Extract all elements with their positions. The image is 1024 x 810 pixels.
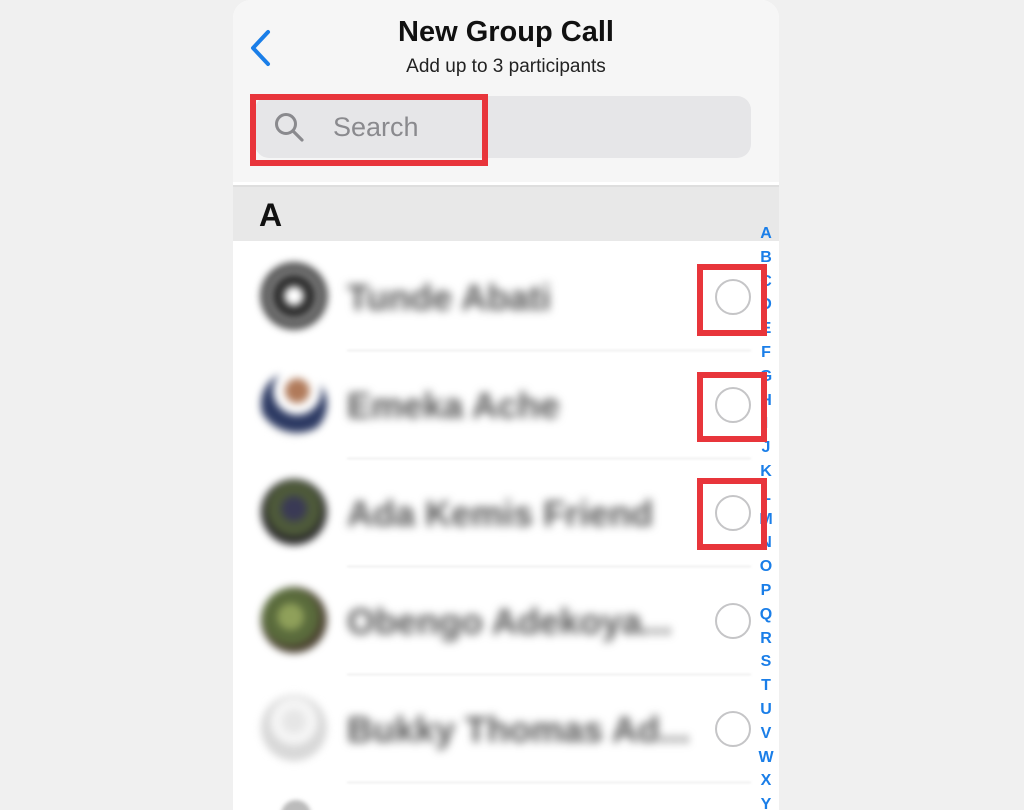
index-letter[interactable]: B: [755, 246, 777, 270]
index-letter[interactable]: Y: [755, 793, 777, 810]
section-letter: A: [259, 197, 283, 233]
index-letter[interactable]: O: [755, 555, 777, 579]
index-letter[interactable]: N: [755, 531, 777, 555]
avatar: [281, 800, 311, 810]
index-letter[interactable]: D: [755, 293, 777, 317]
contact-name: Bukky Thomas Ad...: [347, 709, 690, 750]
contact-row[interactable]: Ada Kemis Friend: [233, 459, 751, 567]
contact-row[interactable]: Bukky Thomas Ad...: [233, 675, 751, 783]
index-letter[interactable]: E: [755, 317, 777, 341]
select-circle[interactable]: [715, 495, 751, 531]
avatar: [261, 263, 327, 329]
select-circle[interactable]: [715, 279, 751, 315]
index-letter[interactable]: C: [755, 270, 777, 294]
new-group-call-screen: New Group Call Add up to 3 participants …: [233, 0, 779, 810]
index-letter[interactable]: S: [755, 650, 777, 674]
index-letter[interactable]: R: [755, 627, 777, 651]
index-letter[interactable]: P: [755, 579, 777, 603]
contact-name: Ada Kemis Friend: [347, 493, 654, 534]
index-letter[interactable]: G: [755, 365, 777, 389]
index-letter[interactable]: J: [755, 436, 777, 460]
search-bar[interactable]: [255, 96, 751, 158]
divider: [347, 782, 751, 783]
index-letter[interactable]: L: [755, 484, 777, 508]
contact-name: Emeka Ache: [347, 385, 560, 426]
index-letter[interactable]: I: [755, 412, 777, 436]
alphabet-index[interactable]: A B C D E F G H I J K L M N O P Q R S T …: [755, 222, 777, 810]
header: New Group Call Add up to 3 participants: [233, 0, 779, 182]
contact-row[interactable]: Emeka Ache: [233, 351, 751, 459]
select-circle[interactable]: [715, 711, 751, 747]
contact-name: Tunde Abati: [347, 277, 551, 318]
index-letter[interactable]: U: [755, 698, 777, 722]
index-letter[interactable]: W: [755, 746, 777, 770]
index-letter[interactable]: Q: [755, 603, 777, 627]
search-icon: [275, 113, 304, 142]
index-letter[interactable]: X: [755, 769, 777, 793]
index-letter[interactable]: H: [755, 389, 777, 413]
index-letter[interactable]: V: [755, 722, 777, 746]
search-input[interactable]: [333, 110, 713, 144]
index-letter[interactable]: F: [755, 341, 777, 365]
contact-row[interactable]: Tunde Abati: [233, 243, 751, 351]
index-letter[interactable]: M: [755, 508, 777, 532]
index-letter[interactable]: T: [755, 674, 777, 698]
avatar: [261, 587, 327, 653]
select-circle[interactable]: [715, 603, 751, 639]
select-circle[interactable]: [715, 387, 751, 423]
avatar: [261, 371, 327, 437]
index-letter[interactable]: A: [755, 222, 777, 246]
page-title: New Group Call: [398, 16, 614, 48]
contact-row[interactable]: Obengo Adekoya...: [233, 567, 751, 675]
index-letter[interactable]: K: [755, 460, 777, 484]
avatar: [261, 695, 327, 761]
page-subtitle: Add up to 3 participants: [406, 56, 606, 77]
avatar: [261, 479, 327, 545]
contact-name: Obengo Adekoya...: [347, 601, 672, 642]
section-header: A: [233, 185, 779, 241]
